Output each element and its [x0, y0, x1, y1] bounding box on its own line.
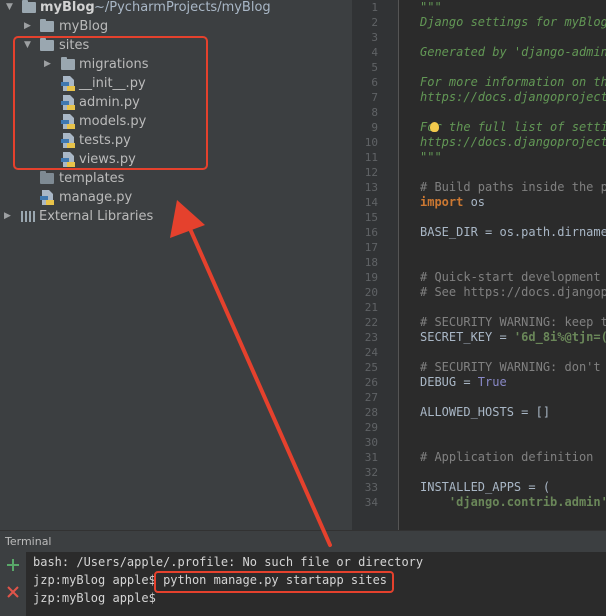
line-number: 16 [364, 226, 378, 239]
line-number: 31 [364, 451, 378, 464]
collapsed-arrow-icon[interactable]: ▶ [4, 207, 11, 226]
line-number: 29 [364, 421, 378, 434]
tree-item-label: myBlog [59, 19, 109, 34]
line-number: 15 [364, 211, 378, 224]
line-number: 12 [364, 166, 378, 179]
folder-icon [40, 19, 54, 32]
tree-root-myblog[interactable]: ▼ myBlog ~/PycharmProjects/myBlog [0, 0, 352, 17]
code-line: DEBUG = True [420, 375, 507, 390]
line-number: 14 [364, 196, 378, 209]
code-line: 'django.contrib.admin', [420, 495, 606, 510]
terminal-sidebar [0, 552, 26, 616]
folder-icon [40, 171, 54, 184]
terminal-header: Terminal [0, 530, 606, 552]
line-number: 2 [371, 16, 378, 29]
line-number: 5 [371, 61, 378, 74]
string-literal: 'django.contrib.admin', [448, 495, 606, 509]
annotation-highlight-box [154, 571, 394, 593]
line-number: 19 [364, 271, 378, 284]
terminal-title[interactable]: Terminal [5, 531, 52, 553]
line-number: 9 [371, 121, 378, 134]
line-number: 26 [364, 376, 378, 389]
variable-name: SECRET_KEY = [420, 330, 514, 344]
code-line: Generated by 'django-admin [420, 45, 606, 59]
terminal-prompt: jzp:myBlog apple$ [33, 573, 156, 587]
code-line: BASE_DIR = os.path.dirname( [420, 225, 606, 239]
line-number: 4 [371, 46, 378, 59]
constant-literal: True [477, 375, 507, 389]
line-number: 11 [364, 151, 378, 164]
tree-item-myblog[interactable]: ▶ myBlog [0, 17, 352, 36]
gutter-divider [398, 0, 399, 530]
line-number: 6 [371, 76, 378, 89]
line-number: 3 [371, 31, 378, 44]
line-number: 20 [364, 286, 378, 299]
code-line: INSTALLED_APPS = ( [420, 480, 551, 494]
line-number: 1 [371, 1, 378, 14]
line-number: 32 [364, 466, 378, 479]
line-number: 23 [364, 331, 378, 344]
expanded-arrow-icon[interactable]: ▼ [6, 0, 13, 17]
tree-item-manage-py[interactable]: manage.py [0, 188, 352, 207]
library-icon [21, 211, 35, 222]
code-line: # SECURITY WARNING: don't r [420, 360, 606, 374]
root-name: myBlog [40, 0, 95, 15]
line-number: 7 [371, 91, 378, 104]
lightbulb-icon[interactable] [430, 122, 439, 132]
terminal-output-line: bash: /Users/apple/.profile: No such fil… [33, 555, 424, 569]
line-number: 24 [364, 346, 378, 359]
collapsed-arrow-icon[interactable]: ▶ [24, 17, 31, 36]
line-number: 33 [364, 481, 378, 494]
code-line: # Build paths inside the pr [420, 180, 606, 194]
tree-item-label: External Libraries [39, 209, 154, 224]
keyword-import: import [420, 195, 464, 209]
line-number: 8 [371, 106, 378, 119]
terminal-panel[interactable]: bash: /Users/apple/.profile: No such fil… [0, 552, 606, 616]
project-tool-window: ▼ myBlog ~/PycharmProjects/myBlog ▶ myBl… [0, 0, 352, 530]
line-number: 25 [364, 361, 378, 374]
close-icon[interactable] [6, 585, 20, 599]
code-line: # See https://docs.djangopr [420, 285, 606, 299]
line-number: 22 [364, 316, 378, 329]
folder-icon [22, 0, 36, 13]
code-editor[interactable]: 1 2 3 4 5 6 7 8 9 10 11 12 13 14 15 16 1… [352, 0, 606, 530]
line-number: 17 [364, 241, 378, 254]
code-line: import os [420, 195, 485, 210]
terminal-prompt: jzp:myBlog apple$ [33, 591, 156, 605]
tree-item-external-libraries[interactable]: ▶ External Libraries [0, 207, 352, 226]
line-number: 27 [364, 391, 378, 404]
line-number: 13 [364, 181, 378, 194]
code-line: Django settings for myBlog [420, 15, 606, 29]
tree-item-templates[interactable]: templates [0, 169, 352, 188]
code-line: # Quick-start development s [420, 270, 606, 284]
line-number: 30 [364, 436, 378, 449]
tree-item-label: manage.py [59, 190, 133, 205]
code-line: # SECURITY WARNING: keep th [420, 315, 606, 329]
line-number: 18 [364, 256, 378, 269]
code-line: # Application definition [420, 450, 594, 464]
code-line: SECRET_KEY = '6d_8i%@tjn=( [420, 330, 606, 345]
line-number: 28 [364, 406, 378, 419]
code-line: For more information on thi [420, 75, 606, 89]
code-line: https://docs.djangoproject. [420, 135, 606, 149]
python-file-icon [40, 190, 54, 205]
code-line: https://docs.djangoproject. [420, 90, 606, 104]
annotation-highlight-box [13, 36, 208, 170]
code-line: ALLOWED_HOSTS = [] [420, 405, 551, 419]
code-line: For the full list of settin [420, 120, 606, 134]
line-number: 10 [364, 136, 378, 149]
variable-name: DEBUG = [420, 375, 478, 389]
code-line: """ [420, 150, 442, 164]
line-number: 34 [364, 496, 378, 509]
add-icon[interactable] [6, 558, 20, 572]
root-path: ~/PycharmProjects/myBlog [94, 0, 271, 15]
string-literal: '6d_8i%@tjn=( [513, 330, 606, 344]
code-line: """ [420, 0, 442, 14]
line-number: 21 [364, 301, 378, 314]
tree-item-label: templates [59, 171, 125, 186]
module-name: os [463, 195, 486, 209]
